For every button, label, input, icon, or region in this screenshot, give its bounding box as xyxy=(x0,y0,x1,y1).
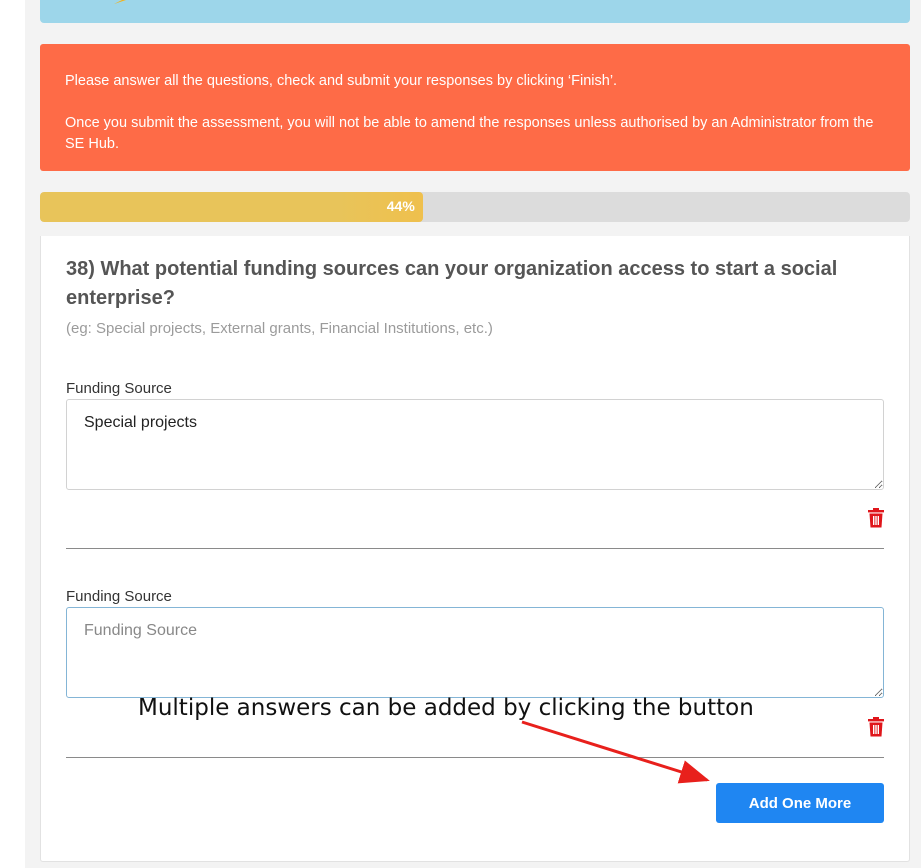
question-hint: (eg: Special projects, External grants, … xyxy=(66,320,493,337)
answer-1-label: Funding Source xyxy=(66,380,172,397)
progress-fill: 44% xyxy=(40,192,423,222)
trash-icon[interactable] xyxy=(867,508,885,528)
answer-1-input[interactable] xyxy=(66,399,884,490)
speech-bubble-icon xyxy=(100,0,126,4)
instructions-alert: Please answer all the questions, check a… xyxy=(40,44,910,171)
answer-2-input[interactable] xyxy=(66,607,884,698)
progress-bar: 44% xyxy=(40,192,910,222)
answer-1-divider xyxy=(66,548,884,549)
progress-label: 44% xyxy=(386,198,415,214)
top-banner xyxy=(40,0,910,23)
add-one-more-button[interactable]: Add One More xyxy=(716,783,884,823)
answer-2-divider xyxy=(66,757,884,758)
instructions-line-1: Please answer all the questions, check a… xyxy=(65,73,618,89)
question-title: 38) What potential funding sources can y… xyxy=(66,258,838,309)
trash-icon[interactable] xyxy=(867,717,885,737)
answer-2-label: Funding Source xyxy=(66,588,172,605)
instructions-line-2: Once you submit the assessment, you will… xyxy=(65,115,874,152)
page-gutter xyxy=(0,0,25,868)
annotation-text: Multiple answers can be added by clickin… xyxy=(138,695,754,721)
